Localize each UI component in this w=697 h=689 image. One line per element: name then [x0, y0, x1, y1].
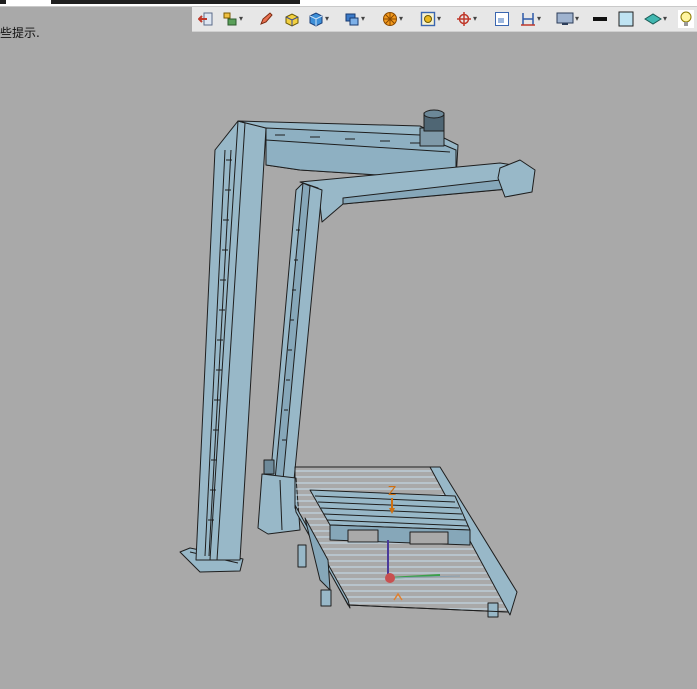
view-cube-icon[interactable]: ▾	[344, 10, 365, 28]
dimension-icon[interactable]: ▾	[520, 10, 541, 28]
chevron-down-icon[interactable]: ▾	[239, 15, 243, 23]
chevron-down-icon[interactable]: ▾	[437, 15, 441, 23]
box-edit-icon[interactable]	[284, 10, 300, 28]
title-bar-gap	[6, 0, 51, 4]
fill-color-icon[interactable]	[618, 10, 634, 28]
chevron-down-icon[interactable]: ▾	[325, 15, 329, 23]
pallet	[309, 489, 471, 546]
title-bar	[0, 0, 697, 7]
assembly-icon[interactable]: ▾	[222, 10, 243, 28]
exit-icon[interactable]	[198, 10, 214, 28]
solid-cube-icon[interactable]: ▾	[308, 10, 329, 28]
chevron-down-icon[interactable]: ▾	[473, 15, 477, 23]
motor	[419, 109, 445, 147]
light-bulb-icon[interactable]	[678, 10, 694, 28]
z-axis-label: Z	[388, 484, 396, 498]
window-icon[interactable]	[494, 10, 510, 28]
chevron-down-icon[interactable]: ▾	[361, 15, 365, 23]
zoom-fit-icon[interactable]: ▾	[420, 10, 441, 28]
toolbar: ▾ ▾ ▾ ▾ ▾ ▾ ▾ ▾ ▾	[192, 7, 697, 32]
chevron-down-icon[interactable]: ▾	[537, 15, 541, 23]
3d-viewport[interactable]: Z	[0, 32, 697, 685]
render-wheel-icon[interactable]: ▾	[382, 10, 403, 28]
right-column	[269, 182, 323, 483]
line-color-icon[interactable]	[592, 10, 608, 28]
chevron-down-icon[interactable]: ▾	[399, 15, 403, 23]
display-mode-icon[interactable]: ▾	[556, 10, 579, 28]
model-view: Z	[179, 109, 536, 618]
rotate-axis-icon[interactable]: ▾	[456, 10, 477, 28]
pencil-icon[interactable]	[258, 10, 274, 28]
layer-icon[interactable]: ▾	[644, 10, 667, 28]
chevron-down-icon[interactable]: ▾	[575, 15, 579, 23]
chevron-down-icon[interactable]: ▾	[663, 15, 667, 23]
left-column	[195, 120, 267, 561]
